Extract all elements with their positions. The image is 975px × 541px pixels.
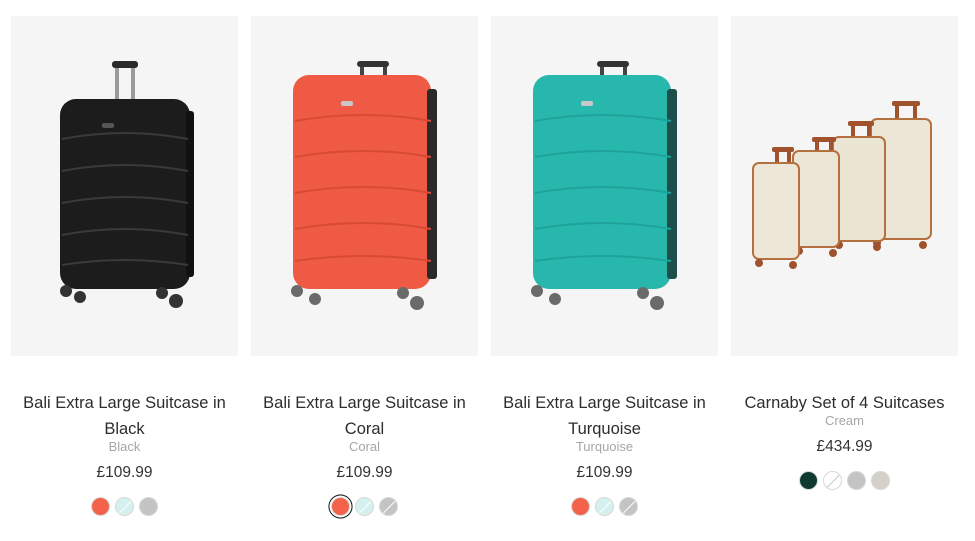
color-swatches <box>11 497 238 516</box>
color-swatches <box>251 497 478 516</box>
product-image-carnaby-set[interactable] <box>731 16 958 356</box>
product-variant: Turquoise <box>575 439 634 454</box>
swatch-turquoise[interactable] <box>355 497 374 516</box>
color-swatches <box>491 497 718 516</box>
suitcase-image <box>530 61 677 310</box>
product-title[interactable]: Bali Extra Large Suitcase in Turquoise <box>491 390 718 442</box>
suitcase-image <box>59 61 194 308</box>
product-image-coral-suitcase[interactable] <box>251 16 478 356</box>
swatch-silver[interactable] <box>379 497 398 516</box>
swatch-silver[interactable] <box>139 497 158 516</box>
color-swatches <box>731 471 958 490</box>
product-price: £109.99 <box>576 464 633 481</box>
swatch-grey[interactable] <box>847 471 866 490</box>
product-card-carnaby-set[interactable]: Carnaby Set of 4 Suitcases Cream £434.99 <box>731 16 958 490</box>
product-image-black-suitcase[interactable] <box>11 16 238 356</box>
product-card-turquoise[interactable]: Bali Extra Large Suitcase in Turquoise T… <box>491 16 718 516</box>
swatch-turquoise[interactable] <box>595 497 614 516</box>
product-image-turquoise-suitcase[interactable] <box>491 16 718 356</box>
product-title[interactable]: Bali Extra Large Suitcase in Black <box>11 390 238 442</box>
swatch-turquoise[interactable] <box>115 497 134 516</box>
product-card-black[interactable]: Bali Extra Large Suitcase in Black Black… <box>11 16 238 516</box>
product-grid: Bali Extra Large Suitcase in Black Black… <box>0 0 975 541</box>
swatch-coral[interactable] <box>331 497 350 516</box>
suitcase-image <box>290 61 437 310</box>
swatch-green[interactable] <box>799 471 818 490</box>
swatch-cream[interactable] <box>823 471 842 490</box>
product-price: £109.99 <box>96 464 153 481</box>
product-variant: Black <box>108 439 141 454</box>
swatch-coral[interactable] <box>91 497 110 516</box>
product-title[interactable]: Bali Extra Large Suitcase in Coral <box>251 390 478 442</box>
suitcase-set-image <box>751 101 932 269</box>
product-card-coral[interactable]: Bali Extra Large Suitcase in Coral Coral… <box>251 16 478 516</box>
swatch-coral[interactable] <box>571 497 590 516</box>
swatch-beige[interactable] <box>871 471 890 490</box>
product-price: £434.99 <box>816 438 873 455</box>
swatch-silver[interactable] <box>619 497 638 516</box>
product-price: £109.99 <box>336 464 393 481</box>
product-variant: Coral <box>348 439 381 454</box>
